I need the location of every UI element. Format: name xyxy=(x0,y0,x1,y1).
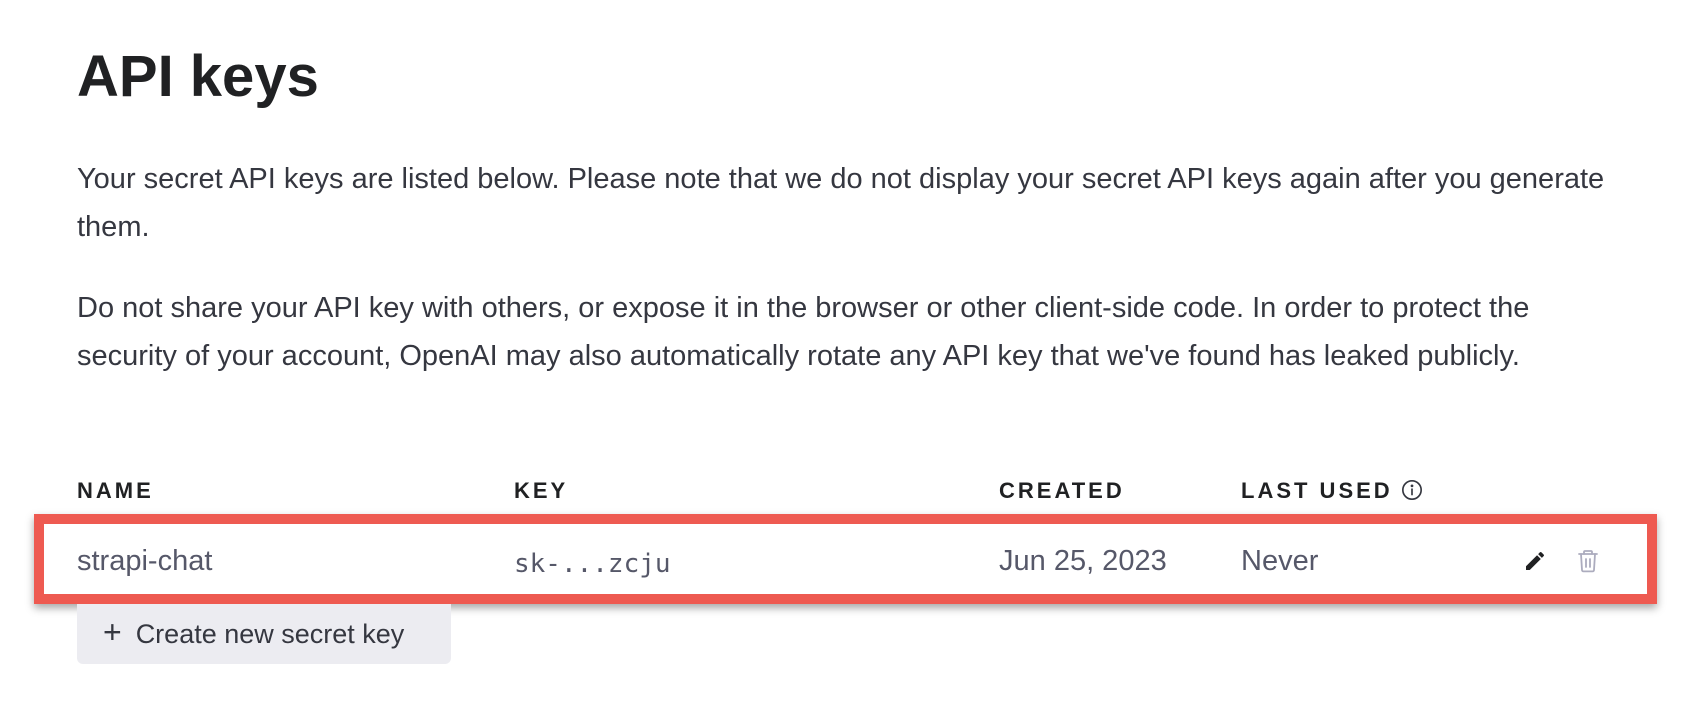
key-last-used-cell: Never xyxy=(1241,545,1319,577)
pencil-icon xyxy=(1523,549,1547,573)
create-new-secret-key-label: Create new secret key xyxy=(135,618,405,649)
column-header-key: KEY xyxy=(514,478,568,504)
edit-key-button[interactable] xyxy=(1520,546,1550,576)
table-row xyxy=(44,524,1647,602)
column-header-name: NAME xyxy=(77,478,154,504)
create-new-secret-key-button[interactable]: + Create new secret key xyxy=(77,604,451,664)
column-header-created: CREATED xyxy=(999,478,1125,504)
column-header-last-used-label: LAST USED xyxy=(1241,478,1393,503)
trash-icon xyxy=(1576,548,1600,574)
key-created-cell: Jun 25, 2023 xyxy=(999,545,1167,577)
delete-key-button[interactable] xyxy=(1573,546,1603,576)
column-header-created-label: CREATED xyxy=(999,478,1125,503)
info-icon[interactable] xyxy=(1401,479,1425,503)
page-description-security-warning: Do not share your API key with others, o… xyxy=(77,292,1530,372)
column-header-last-used: LAST USED xyxy=(1241,478,1425,504)
key-value-cell: sk-...zcju xyxy=(514,549,671,579)
column-header-key-label: KEY xyxy=(514,478,569,503)
page-title: API keys xyxy=(77,44,319,109)
plus-icon: + xyxy=(103,614,122,650)
key-name-cell: strapi-chat xyxy=(77,545,213,577)
page-description-secret-notice: Your secret API keys are listed below. P… xyxy=(77,163,1605,243)
column-header-name-label: NAME xyxy=(77,478,154,503)
